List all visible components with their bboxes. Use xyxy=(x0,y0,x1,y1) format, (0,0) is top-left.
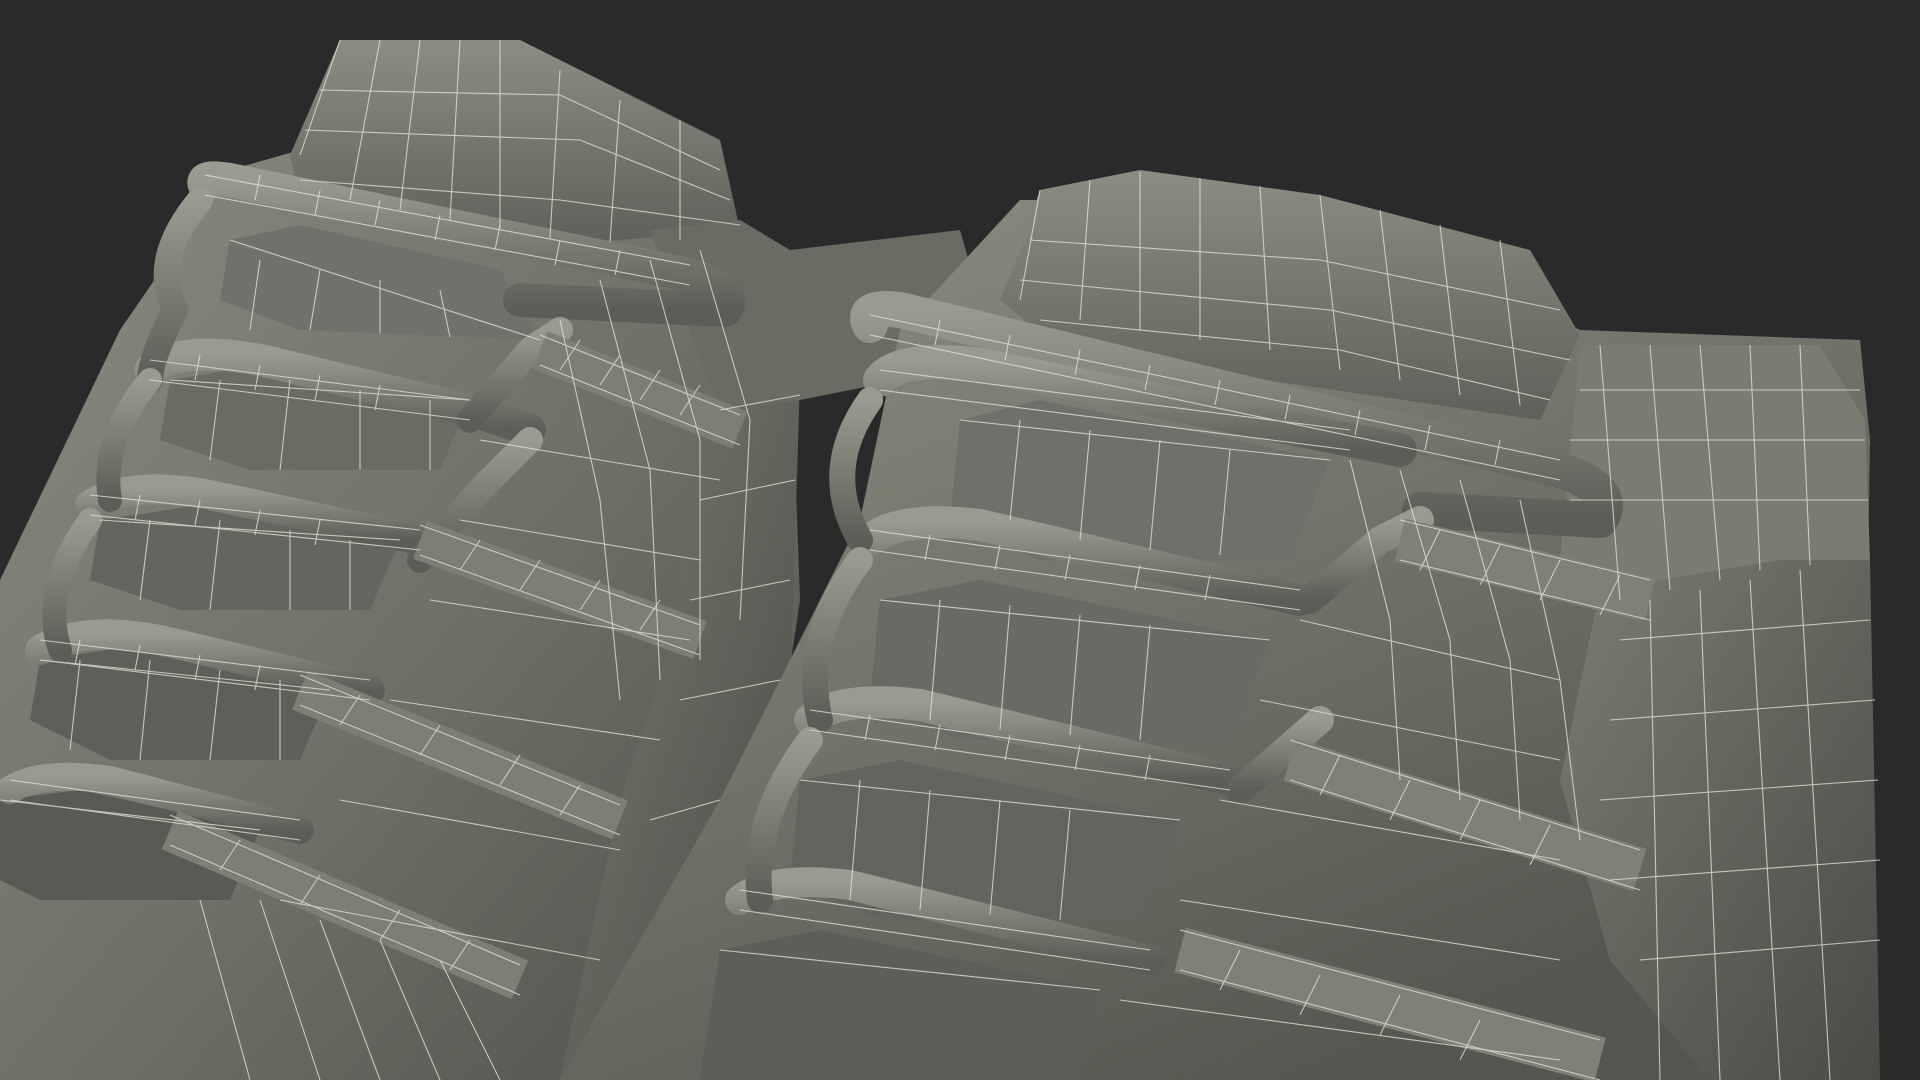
viewport xyxy=(0,0,1920,1080)
render-canvas xyxy=(0,39,1881,1080)
